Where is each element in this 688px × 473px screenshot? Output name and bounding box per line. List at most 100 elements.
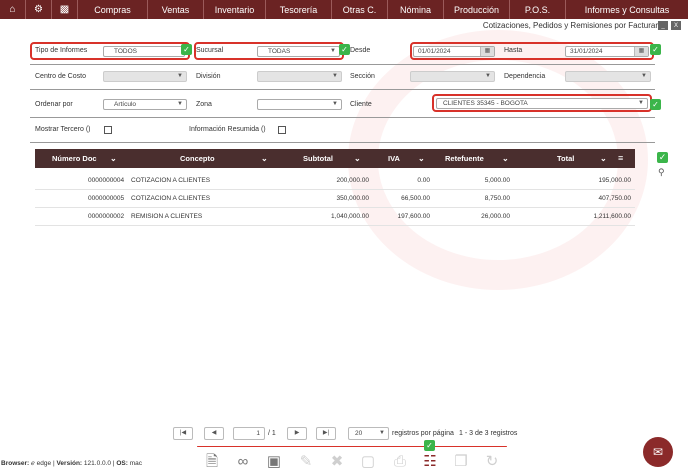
calendar-icon[interactable]: ▦ (480, 47, 494, 56)
cell-concepto: COTIZACION A CLIENTES (131, 195, 211, 202)
mostrar-tercero-checkbox[interactable] (104, 126, 112, 134)
col-retefuente[interactable]: Retefuente (445, 149, 484, 168)
binoculars-icon[interactable]: ∞ (234, 453, 252, 471)
cell-total: 407,750.00 (598, 195, 631, 202)
desde-value: 01/01/2024 (418, 48, 451, 55)
nav-produccion[interactable]: Producción (444, 0, 510, 19)
cell-retefuente: 26,000.00 (481, 213, 510, 220)
minimize-button[interactable]: _ (658, 21, 668, 30)
pager-page-input[interactable]: 1 (233, 427, 265, 440)
text-icon[interactable]: ▢ (359, 453, 377, 471)
new-document-icon[interactable]: 🗎 (203, 453, 221, 471)
version-value: 121.0.0.0 (83, 460, 112, 467)
table-row[interactable]: 0000000005 COTIZACION A CLIENTES 350,000… (35, 190, 635, 208)
dependencia-select[interactable]: ▼ (565, 71, 651, 82)
chevron-down-icon[interactable]: ⌄ (600, 149, 607, 168)
info-resumida-checkbox[interactable] (278, 126, 286, 134)
print-icon[interactable]: ⎙ (391, 453, 409, 471)
cell-concepto: REMISION A CLIENTES (131, 213, 203, 220)
grid-header: Número Doc ⌄ Concepto ⌄ Subtotal ⌄ IVA ⌄… (35, 149, 635, 168)
cell-retefuente: 5,000.00 (484, 177, 510, 184)
browser-label: Browser: (1, 460, 30, 467)
chat-icon[interactable]: ✉ (643, 437, 673, 467)
column-menu-icon[interactable]: ≡ (618, 149, 623, 168)
seccion-select[interactable]: ▼ (410, 71, 495, 82)
copy-icon[interactable]: ❐ (452, 453, 470, 471)
nav-informes[interactable]: Informes y Consultas (566, 0, 688, 19)
sucursal-value: TODAS (268, 48, 291, 55)
bar-chart-icon[interactable]: ▩ (52, 0, 78, 19)
excel-export-icon[interactable]: ☷ (421, 453, 439, 471)
chevron-down-icon[interactable]: ⌄ (110, 149, 117, 168)
check-icon: ✓ (181, 44, 192, 55)
pager-total-pages: / 1 (268, 430, 276, 437)
chevron-down-icon: ▼ (641, 73, 647, 79)
nav-ventas[interactable]: Ventas (148, 0, 204, 19)
nav-pos[interactable]: P.O.S. (510, 0, 566, 19)
check-icon: ✓ (424, 440, 435, 451)
save-icon[interactable]: ▣ (265, 453, 283, 471)
chevron-down-icon[interactable]: ⌄ (418, 149, 425, 168)
col-total[interactable]: Total (557, 149, 574, 168)
tipo-informes-select[interactable]: TODOS (103, 46, 185, 57)
nav-nomina[interactable]: Nómina (388, 0, 444, 19)
page-title: Cotizaciones, Pedidos y Remisiones por F… (482, 21, 658, 30)
delete-icon[interactable]: ✖ (328, 453, 346, 471)
chevron-down-icon[interactable]: ⌄ (502, 149, 509, 168)
division-label: División (196, 73, 221, 80)
cell-iva: 66,500.00 (401, 195, 430, 202)
pager-prev-button[interactable]: ◀ (204, 427, 224, 440)
search-icon[interactable]: ⚲ (658, 167, 665, 178)
pager-first-button[interactable]: |◀ (173, 427, 193, 440)
cliente-select[interactable]: CLIENTES 35345 - BOGOTA ▼ (436, 98, 648, 109)
edit-icon[interactable]: ✎ (297, 453, 315, 471)
divider (30, 117, 655, 118)
gear-icon[interactable]: ⚙ (26, 0, 52, 19)
chevron-down-icon: ▼ (177, 73, 183, 79)
chevron-down-icon[interactable]: ⌄ (261, 149, 268, 168)
per-page-value: 20 (355, 430, 363, 437)
chevron-down-icon: ▼ (332, 73, 338, 79)
pager-last-button[interactable]: ▶| (316, 427, 336, 440)
nav-inventario[interactable]: Inventario (204, 0, 266, 19)
chevron-down-icon[interactable]: ⌄ (354, 149, 361, 168)
zona-select[interactable]: ▼ (257, 99, 342, 110)
cliente-value: CLIENTES 35345 - BOGOTA (443, 100, 528, 107)
table-row[interactable]: 0000000002 REMISION A CLIENTES 1,040,000… (35, 208, 635, 226)
history-icon[interactable]: ↻ (483, 453, 501, 471)
zona-label: Zona (196, 101, 212, 108)
col-concepto[interactable]: Concepto (180, 149, 215, 168)
pager-next-button[interactable]: ▶ (287, 427, 307, 440)
close-button[interactable]: X (671, 21, 681, 30)
col-iva[interactable]: IVA (388, 149, 400, 168)
mostrar-tercero-label: Mostrar Tercero () (35, 126, 91, 133)
hasta-date-input[interactable]: 31/01/2024 ▦ (565, 46, 649, 57)
os-label: OS: (116, 460, 128, 467)
sucursal-select[interactable]: TODAS ▼ (257, 46, 340, 57)
home-icon[interactable]: ⌂ (0, 0, 26, 19)
info-resumida-label: Información Resumida () (189, 126, 266, 133)
col-numero-doc[interactable]: Número Doc (52, 149, 97, 168)
division-select[interactable]: ▼ (257, 71, 342, 82)
table-row[interactable]: 0000000004 COTIZACION A CLIENTES 200,000… (35, 172, 635, 190)
pager-range: 1 - 3 de 3 registros (459, 430, 518, 437)
nav-otras[interactable]: Otras C. (332, 0, 388, 19)
calendar-icon[interactable]: ▦ (634, 47, 648, 56)
ordenar-value: Artículo (114, 101, 137, 108)
centro-costo-label: Centro de Costo (35, 73, 86, 80)
nav-tesoreria[interactable]: Tesorería (266, 0, 332, 19)
divider (30, 142, 655, 143)
cell-total: 1,211,600.00 (593, 213, 631, 220)
col-subtotal[interactable]: Subtotal (303, 149, 333, 168)
desde-date-input[interactable]: 01/01/2024 ▦ (413, 46, 495, 57)
check-icon: ✓ (657, 152, 668, 163)
centro-costo-select[interactable]: ▼ (103, 71, 187, 82)
nav-compras[interactable]: Compras (78, 0, 148, 19)
cell-subtotal: 350,000.00 (336, 195, 369, 202)
chevron-down-icon: ▼ (379, 430, 385, 436)
tipo-informes-label: Tipo de Informes (35, 47, 88, 54)
cliente-label: Cliente (350, 101, 372, 108)
edge-icon: ℯ (31, 460, 35, 467)
ordenar-select[interactable]: Artículo ▼ (103, 99, 187, 110)
per-page-select[interactable]: 20 ▼ (348, 427, 389, 440)
